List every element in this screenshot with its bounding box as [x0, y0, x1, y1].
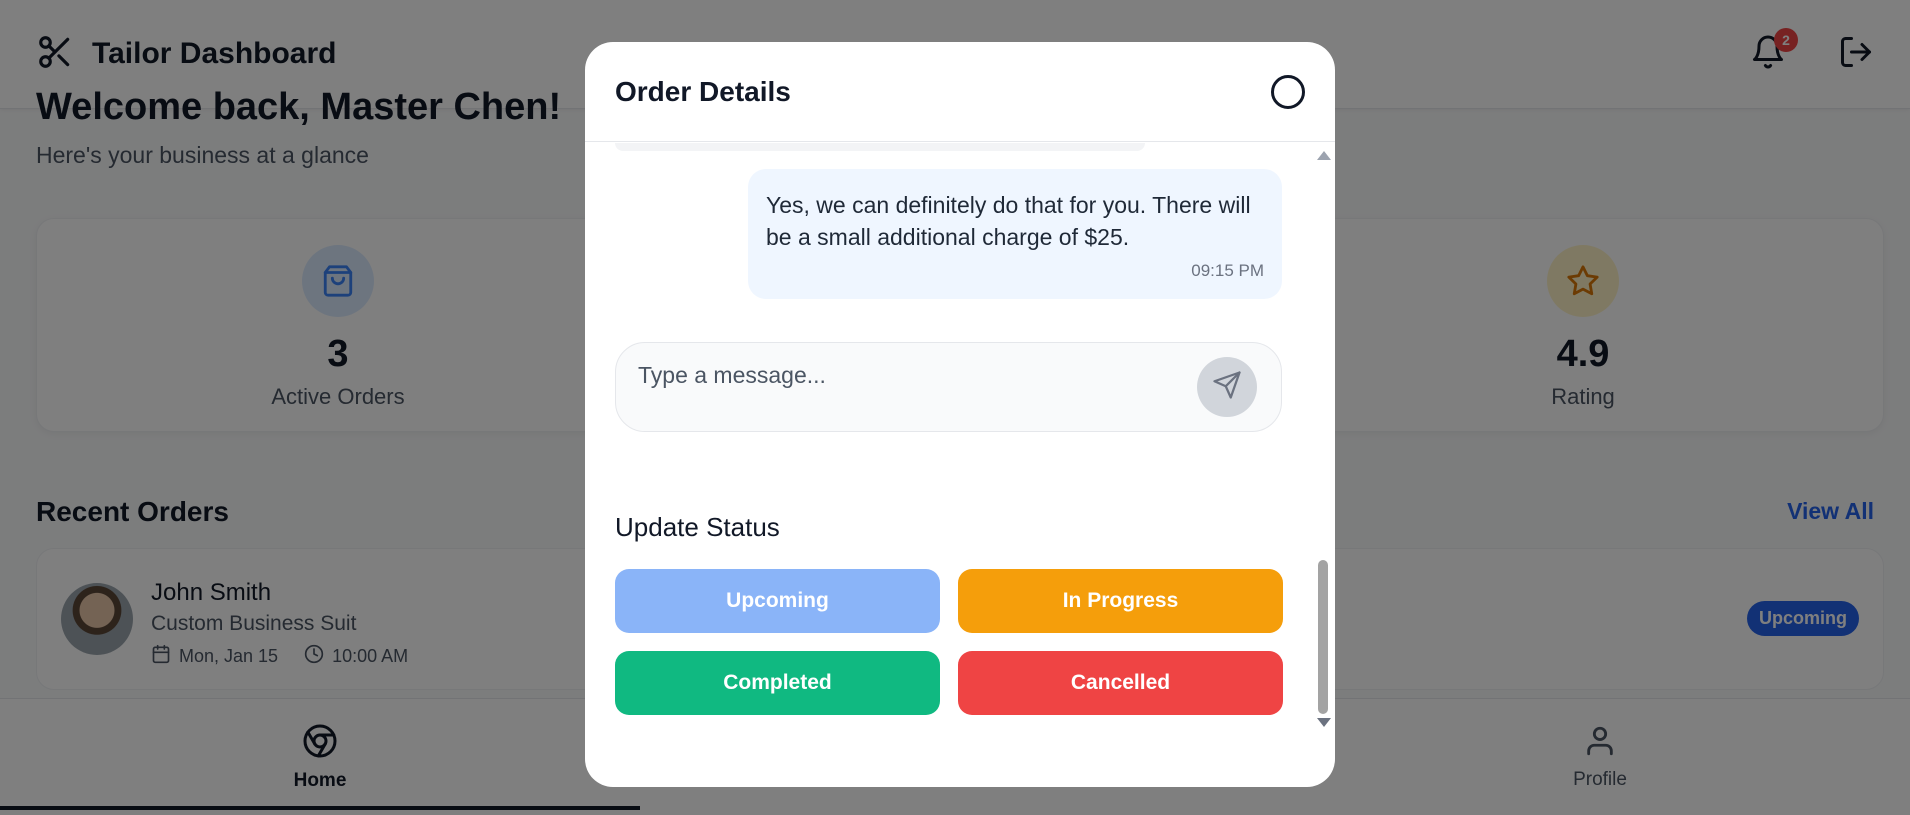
status-cancelled-button[interactable]: Cancelled: [958, 651, 1283, 715]
send-button[interactable]: [1197, 357, 1257, 417]
message-time: 09:15 PM: [1191, 261, 1264, 280]
scroll-down-arrow[interactable]: [1317, 718, 1331, 727]
message-text: Yes, we can definitely do that for you. …: [766, 192, 1251, 250]
status-upcoming-button[interactable]: Upcoming: [615, 569, 940, 633]
order-details-modal: Order Details Yes, we can definitely do …: [585, 42, 1335, 787]
status-completed-button[interactable]: Completed: [615, 651, 940, 715]
scroll-thumb[interactable]: [1318, 560, 1328, 714]
close-button[interactable]: [1271, 75, 1305, 109]
send-icon: [1212, 370, 1242, 405]
message-input[interactable]: [638, 357, 1178, 393]
message-composer: [615, 342, 1282, 432]
modal-header: Order Details: [585, 42, 1335, 142]
modal-title: Order Details: [615, 76, 791, 107]
update-status-title: Update Status: [615, 512, 780, 542]
previous-message-bubble: [615, 143, 1145, 151]
scroll-up-arrow[interactable]: [1317, 151, 1331, 160]
modal-scrollbar[interactable]: [1311, 143, 1335, 727]
status-in-progress-button[interactable]: In Progress: [958, 569, 1283, 633]
modal-body: Yes, we can definitely do that for you. …: [585, 143, 1335, 787]
message-bubble: Yes, we can definitely do that for you. …: [748, 169, 1282, 299]
